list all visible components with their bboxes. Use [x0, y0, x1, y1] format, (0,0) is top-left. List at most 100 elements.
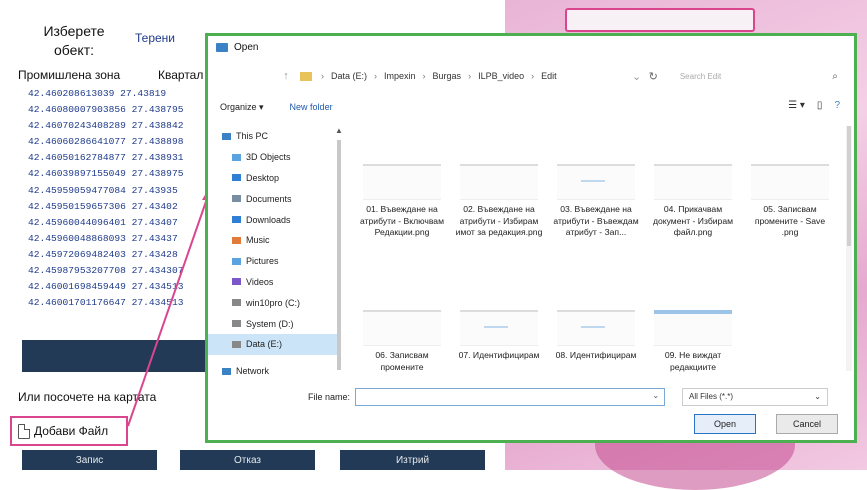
- nav-item-label: win10pro (C:): [246, 297, 301, 308]
- file-name: 02. Въвеждане на атрибути - Избирам имот…: [455, 204, 543, 237]
- file-list-scrollbar[interactable]: [846, 126, 852, 371]
- delete-button[interactable]: Изтрий: [340, 450, 485, 470]
- breadcrumb-item[interactable]: Burgas: [433, 71, 462, 81]
- drive-icon: [232, 299, 241, 307]
- file-type-select[interactable]: All Files (*.*) ⌄: [682, 388, 828, 406]
- coordinate-row: 42.45950159657306 27.43402: [28, 199, 208, 215]
- file-thumbnail: [751, 164, 829, 200]
- nav-scrollbar[interactable]: ▲: [335, 126, 343, 376]
- file-name: 05. Записвам промените - Save .png: [754, 204, 826, 237]
- drive-icon: [232, 320, 241, 328]
- longitude-cell: 27.438975: [131, 168, 184, 180]
- file-thumbnail: [460, 164, 538, 200]
- dialog-toolbar: Organize ▾ New folder ☰ ▾ ▯ ?: [208, 94, 854, 120]
- file-item[interactable]: 04. Прикачвам документ - Избирам файл.pn…: [649, 164, 737, 239]
- music-icon: [232, 236, 241, 244]
- nav-item[interactable]: Music: [208, 230, 340, 251]
- new-folder-button[interactable]: New folder: [290, 102, 333, 112]
- save-button[interactable]: Запис: [22, 450, 157, 470]
- breadcrumb-item[interactable]: Data (E:): [331, 71, 367, 81]
- up-arrow-icon[interactable]: ↑: [278, 70, 294, 82]
- open-button[interactable]: Open: [694, 414, 756, 434]
- column-header-quarter: Квартал: [158, 68, 204, 82]
- nav-item[interactable]: Videos: [208, 272, 340, 293]
- file-name-input[interactable]: ⌄: [355, 388, 666, 406]
- coordinate-row: 42.460208613039 27.43819: [28, 86, 208, 102]
- coordinate-row: 42.46001698459449 27.434513: [28, 279, 208, 295]
- longitude-cell: 27.43407: [131, 216, 178, 228]
- coordinate-row: 42.45972069482403 27.43428: [28, 247, 208, 263]
- chevron-right-icon: ›: [468, 71, 472, 81]
- search-icon: ⌕: [832, 70, 838, 82]
- nav-item[interactable]: This PC: [208, 126, 340, 147]
- coordinate-row: 42.46070243408289 27.438842: [28, 118, 208, 134]
- file-item[interactable]: 08. Идентифицирам: [552, 310, 640, 362]
- nav-item[interactable]: win10pro (C:): [208, 292, 340, 313]
- file-item[interactable]: 01. Въвеждане на атрибути - Включвам Ред…: [358, 164, 446, 239]
- file-thumbnail: [460, 310, 538, 346]
- coordinate-list: 42.460208613039 27.43819 42.4608000790385…: [28, 86, 208, 311]
- file-item[interactable]: 02. Въвеждане на атрибути - Избирам имот…: [455, 164, 543, 239]
- breadcrumb-item[interactable]: Edit: [541, 71, 557, 81]
- object-select[interactable]: Терени: [135, 31, 175, 45]
- latitude-cell: 42.45987953207708: [28, 265, 126, 277]
- latitude-cell: 42.46070243408289: [28, 120, 126, 132]
- file-item[interactable]: 09. Не виждат редакциите: [649, 310, 737, 373]
- chevron-down-icon[interactable]: ⌄: [652, 391, 659, 400]
- nav-item[interactable]: Network: [208, 361, 340, 382]
- dialog-titlebar: Open: [208, 36, 854, 58]
- breadcrumb-item[interactable]: ILPB_video: [478, 71, 524, 81]
- file-name-row: File name: ⌄: [308, 388, 666, 406]
- chevron-right-icon: ›: [422, 71, 426, 81]
- file-item[interactable]: 06. Записвам промените: [358, 310, 446, 373]
- nav-item[interactable]: Downloads: [208, 209, 340, 230]
- longitude-cell: 27.438842: [131, 120, 184, 132]
- help-icon[interactable]: ?: [834, 100, 840, 111]
- nav-item[interactable]: Desktop: [208, 168, 340, 189]
- nav-item[interactable]: System (D:): [208, 313, 340, 334]
- nav-item[interactable]: Documents: [208, 188, 340, 209]
- add-file-button[interactable]: Добави Файл: [10, 416, 128, 446]
- file-thumbnail: [557, 310, 635, 346]
- nav-item-label: Network: [236, 366, 270, 377]
- file-item[interactable]: 03. Въвеждане на атрибути - Въвеждам атр…: [552, 164, 640, 239]
- thumbnail-detail: [581, 326, 605, 328]
- scroll-up-icon[interactable]: ▲: [335, 126, 343, 135]
- coordinate-row: 42.45959059477084 27.43935: [28, 183, 208, 199]
- download-icon: [232, 216, 241, 224]
- refresh-icon[interactable]: ↻: [649, 70, 658, 83]
- nav-item-label: Documents: [246, 193, 292, 204]
- cancel-bg-button[interactable]: Отказ: [180, 450, 315, 470]
- file-list-scroll-thumb[interactable]: [847, 126, 851, 246]
- file-thumbnail: [363, 164, 441, 200]
- file-name: 03. Въвеждане на атрибути - Въвеждам атр…: [553, 204, 639, 237]
- nav-scroll-thumb[interactable]: [337, 140, 341, 370]
- preview-pane-icon[interactable]: ▯: [817, 100, 823, 111]
- latitude-cell: 42.45959059477084: [28, 184, 126, 196]
- file-item[interactable]: 05. Записвам промените - Save .png: [746, 164, 834, 239]
- breadcrumb-item[interactable]: Impexin: [384, 71, 416, 81]
- nav-item[interactable]: Pictures: [208, 251, 340, 272]
- chevron-down-icon: ⌄: [814, 392, 821, 401]
- nav-item[interactable]: 3D Objects: [208, 147, 340, 168]
- coordinate-row: 42.46060286641077 27.438898: [28, 134, 208, 150]
- app-icon: [216, 42, 228, 52]
- latitude-cell: 42.45960044096401: [28, 216, 126, 228]
- nav-item-label: 3D Objects: [246, 152, 291, 163]
- chevron-down-icon[interactable]: ⌄: [629, 70, 645, 83]
- view-options-icon[interactable]: ☰ ▾: [788, 100, 805, 111]
- documents-icon: [232, 195, 241, 203]
- longitude-cell: 27.434513: [131, 297, 184, 309]
- network-icon: [222, 367, 231, 375]
- search-input[interactable]: Search Edit ⌕: [674, 67, 844, 85]
- list-footer-bar: [22, 340, 212, 372]
- file-thumbnail: [654, 164, 732, 200]
- organize-button[interactable]: Organize ▾: [220, 102, 264, 113]
- file-type-value: All Files (*.*): [689, 392, 734, 401]
- latitude-cell: 42.45972069482403: [28, 248, 126, 260]
- longitude-cell: 27.438795: [131, 104, 184, 116]
- file-item[interactable]: 07. Идентифицирам: [455, 310, 543, 362]
- cancel-button[interactable]: Cancel: [776, 414, 838, 434]
- nav-item[interactable]: Data (E:): [208, 333, 340, 355]
- nav-item-label: Videos: [246, 276, 274, 287]
